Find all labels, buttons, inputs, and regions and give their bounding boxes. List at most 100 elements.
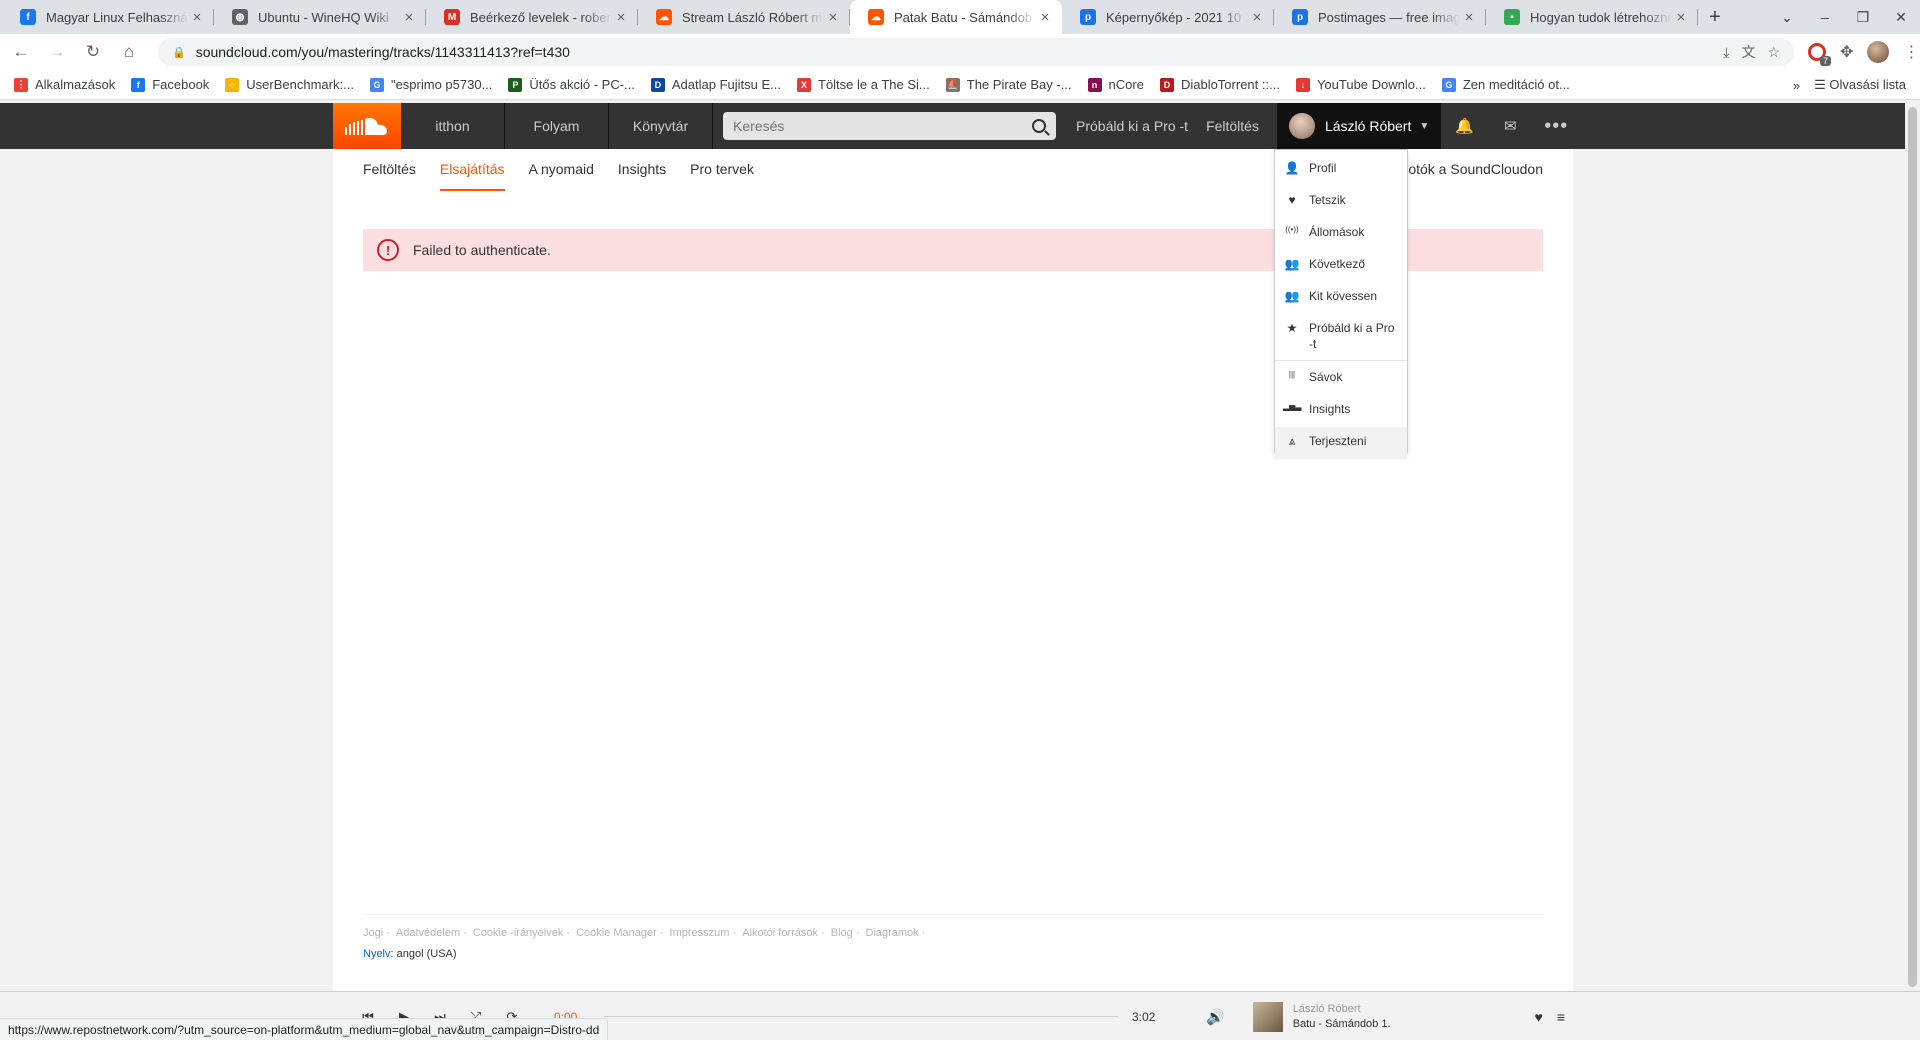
bookmark-item[interactable]: X Töltse le a The Si... — [797, 77, 930, 92]
page-scrollbar[interactable] — [1905, 103, 1920, 991]
minimize-button[interactable]: – — [1806, 9, 1844, 25]
extension-icon[interactable]: 7 — [1808, 43, 1831, 66]
bookmark-item[interactable]: P Ütős akció - PC-... — [508, 77, 635, 92]
volume-icon[interactable]: 🔊 — [1206, 1008, 1225, 1026]
profile-avatar[interactable] — [1867, 41, 1890, 63]
footer-link[interactable]: Impresszum — [670, 927, 737, 939]
close-tab-icon[interactable]: × — [188, 9, 206, 26]
more-options-icon[interactable]: ••• — [1533, 103, 1579, 149]
browser-tab[interactable]: ☁ Patak Batu - Sámándob 1 × — [850, 0, 1062, 34]
footer-link[interactable]: Adatvédelem — [396, 927, 467, 939]
subnav-tab[interactable]: Pro tervek — [690, 161, 754, 191]
search-box[interactable] — [723, 112, 1056, 140]
close-tab-icon[interactable]: × — [1460, 9, 1478, 26]
bookmarks-overflow-icon[interactable]: » — [1793, 78, 1800, 93]
upload-link[interactable]: Feltöltés — [1206, 118, 1259, 134]
extensions-puzzle-icon[interactable]: ✥ — [1840, 42, 1853, 62]
bookmark-label: Alkalmazások — [35, 77, 116, 92]
search-icon[interactable] — [1032, 119, 1046, 133]
address-url[interactable]: soundcloud.com/you/mastering/tracks/1143… — [196, 44, 1724, 60]
browser-tab[interactable]: ▪ Hogyan tudok létrehozni × — [1486, 0, 1698, 34]
bar-chart-icon: ▂▅▃ — [1283, 402, 1302, 411]
bookmark-item[interactable]: ○ UserBenchmark:... — [225, 77, 354, 92]
install-app-icon[interactable]: ⤓ — [1723, 44, 1729, 61]
dropdown-item[interactable]: 👥 Kit kövessen — [1275, 282, 1407, 314]
close-tab-icon[interactable]: × — [1248, 9, 1266, 26]
track-title[interactable]: Batu - Sámándob 1. — [1293, 1017, 1391, 1032]
nav-item-1[interactable]: Folyam — [505, 103, 609, 149]
footer-link[interactable]: Cookie -irányelvek — [473, 927, 570, 939]
progress-track[interactable] — [604, 1016, 1118, 1017]
notifications-bell-icon[interactable]: 🔔 — [1441, 103, 1487, 149]
like-heart-icon[interactable]: ♥ — [1535, 1009, 1543, 1025]
close-tab-icon[interactable]: × — [1672, 9, 1690, 26]
close-tab-icon[interactable]: × — [824, 9, 842, 26]
dropdown-item[interactable]: ★ Próbáld ki a Pro -t — [1275, 314, 1407, 358]
browser-tab[interactable]: p Képernyőkép - 2021 10 17 × — [1062, 0, 1274, 34]
track-artist[interactable]: László Róbert — [1293, 1002, 1391, 1017]
bookmark-item[interactable]: D DiabloTorrent ::... — [1159, 77, 1280, 92]
translate-icon[interactable]: 文 — [1741, 42, 1755, 62]
browser-tab[interactable]: f Magyar Linux Felhasználók× — [2, 0, 214, 34]
messages-envelope-icon[interactable]: ✉ — [1487, 103, 1533, 149]
dropdown-item[interactable]: ▂▅▃ Insights — [1275, 395, 1407, 427]
back-arrow-icon[interactable]: ← — [6, 37, 36, 67]
language-value[interactable]: angol (USA) — [397, 948, 457, 960]
dropdown-item[interactable]: ((•)) Állomások — [1275, 218, 1407, 250]
close-tab-icon[interactable]: × — [400, 9, 418, 26]
user-avatar — [1288, 113, 1315, 139]
try-pro-link[interactable]: Próbáld ki a Pro -t — [1076, 118, 1188, 134]
subnav-tab[interactable]: Elsajátítás — [439, 161, 505, 191]
subnav-tab[interactable]: Insights — [618, 161, 666, 191]
track-artwork[interactable] — [1252, 1001, 1283, 1032]
reading-list-button[interactable]: ☰ Olvasási lista — [1814, 77, 1906, 93]
user-menu-button[interactable]: László Róbert ▼ — [1276, 103, 1442, 149]
menu-kebab-icon[interactable]: ⋮ — [1903, 42, 1919, 62]
close-tab-icon[interactable]: × — [612, 9, 630, 26]
bookmark-item[interactable]: ⛵ The Pirate Bay -... — [945, 77, 1072, 92]
bookmark-item[interactable]: D Adatlap Fujitsu E... — [650, 77, 781, 92]
dropdown-item[interactable]: ||| Sávok — [1275, 363, 1407, 395]
dropdown-item[interactable]: ⩓ Terjeszteni — [1275, 427, 1407, 459]
bookmark-star-icon[interactable]: ☆ — [1767, 44, 1780, 61]
browser-tab[interactable]: p Postimages — free image hosting× — [1274, 0, 1486, 34]
footer-link[interactable]: Jogi — [363, 927, 390, 939]
bookmark-item[interactable]: G Zen meditáció ot... — [1441, 77, 1570, 92]
bookmark-item[interactable]: n nCore — [1087, 77, 1144, 92]
footer-link[interactable]: Alkotói források — [742, 927, 825, 939]
lock-icon[interactable]: 🔒 — [172, 46, 186, 59]
footer-link[interactable]: Cookie Manager — [576, 927, 663, 939]
footer-link[interactable]: Diagramok — [866, 927, 926, 939]
restore-button[interactable]: ❐ — [1844, 9, 1882, 26]
dropdown-item[interactable]: 👥 Következő — [1275, 250, 1407, 282]
bookmark-item[interactable]: f Facebook — [131, 77, 209, 92]
browser-tab[interactable]: ◍ Ubuntu - WineHQ Wiki × — [214, 0, 426, 34]
home-icon[interactable]: ⌂ — [114, 37, 144, 67]
tab-search-icon[interactable]: ⌄ — [1768, 9, 1806, 26]
dropdown-item[interactable]: 👤 Profil — [1275, 154, 1407, 186]
bookmark-item[interactable]: G "esprimo p5730... — [369, 77, 492, 92]
reload-icon[interactable]: ↻ — [78, 37, 108, 67]
nav-item-0[interactable]: itthon — [401, 103, 505, 149]
dropdown-item-label: Tetszik — [1309, 193, 1346, 207]
facebook-icon: f — [20, 9, 36, 25]
subnav-tab[interactable]: Feltöltés — [363, 161, 416, 191]
close-tab-icon[interactable]: × — [1036, 9, 1054, 26]
forward-arrow-icon[interactable]: → — [42, 37, 72, 67]
nav-item-2[interactable]: Könyvtár — [609, 103, 713, 149]
search-input[interactable] — [733, 118, 1032, 134]
footer-link[interactable]: Blog — [831, 927, 860, 939]
address-bar[interactable]: 🔒 soundcloud.com/you/mastering/tracks/11… — [158, 38, 1794, 66]
bookmark-item[interactable]: ⋮ Alkalmazások — [14, 77, 115, 92]
dropdown-item[interactable]: ♥ Tetszik — [1275, 186, 1407, 218]
bookmark-item[interactable]: ↓ YouTube Downlo... — [1295, 77, 1426, 92]
subnav-right-link[interactable]: otók a SoundCloudon — [1408, 161, 1543, 177]
subnav-tab[interactable]: A nyomaid — [529, 161, 594, 191]
browser-tab[interactable]: M Beérkező levelek - robert × — [426, 0, 638, 34]
new-tab-button[interactable]: + — [1698, 0, 1732, 34]
soundcloud-logo-icon[interactable] — [333, 103, 401, 149]
browser-tab[interactable]: ☁ Stream László Róbert music× — [638, 0, 850, 34]
scrollbar-thumb[interactable] — [1908, 107, 1917, 987]
close-window-button[interactable]: ✕ — [1882, 9, 1920, 26]
queue-list-icon[interactable]: ≡ — [1557, 1009, 1565, 1025]
